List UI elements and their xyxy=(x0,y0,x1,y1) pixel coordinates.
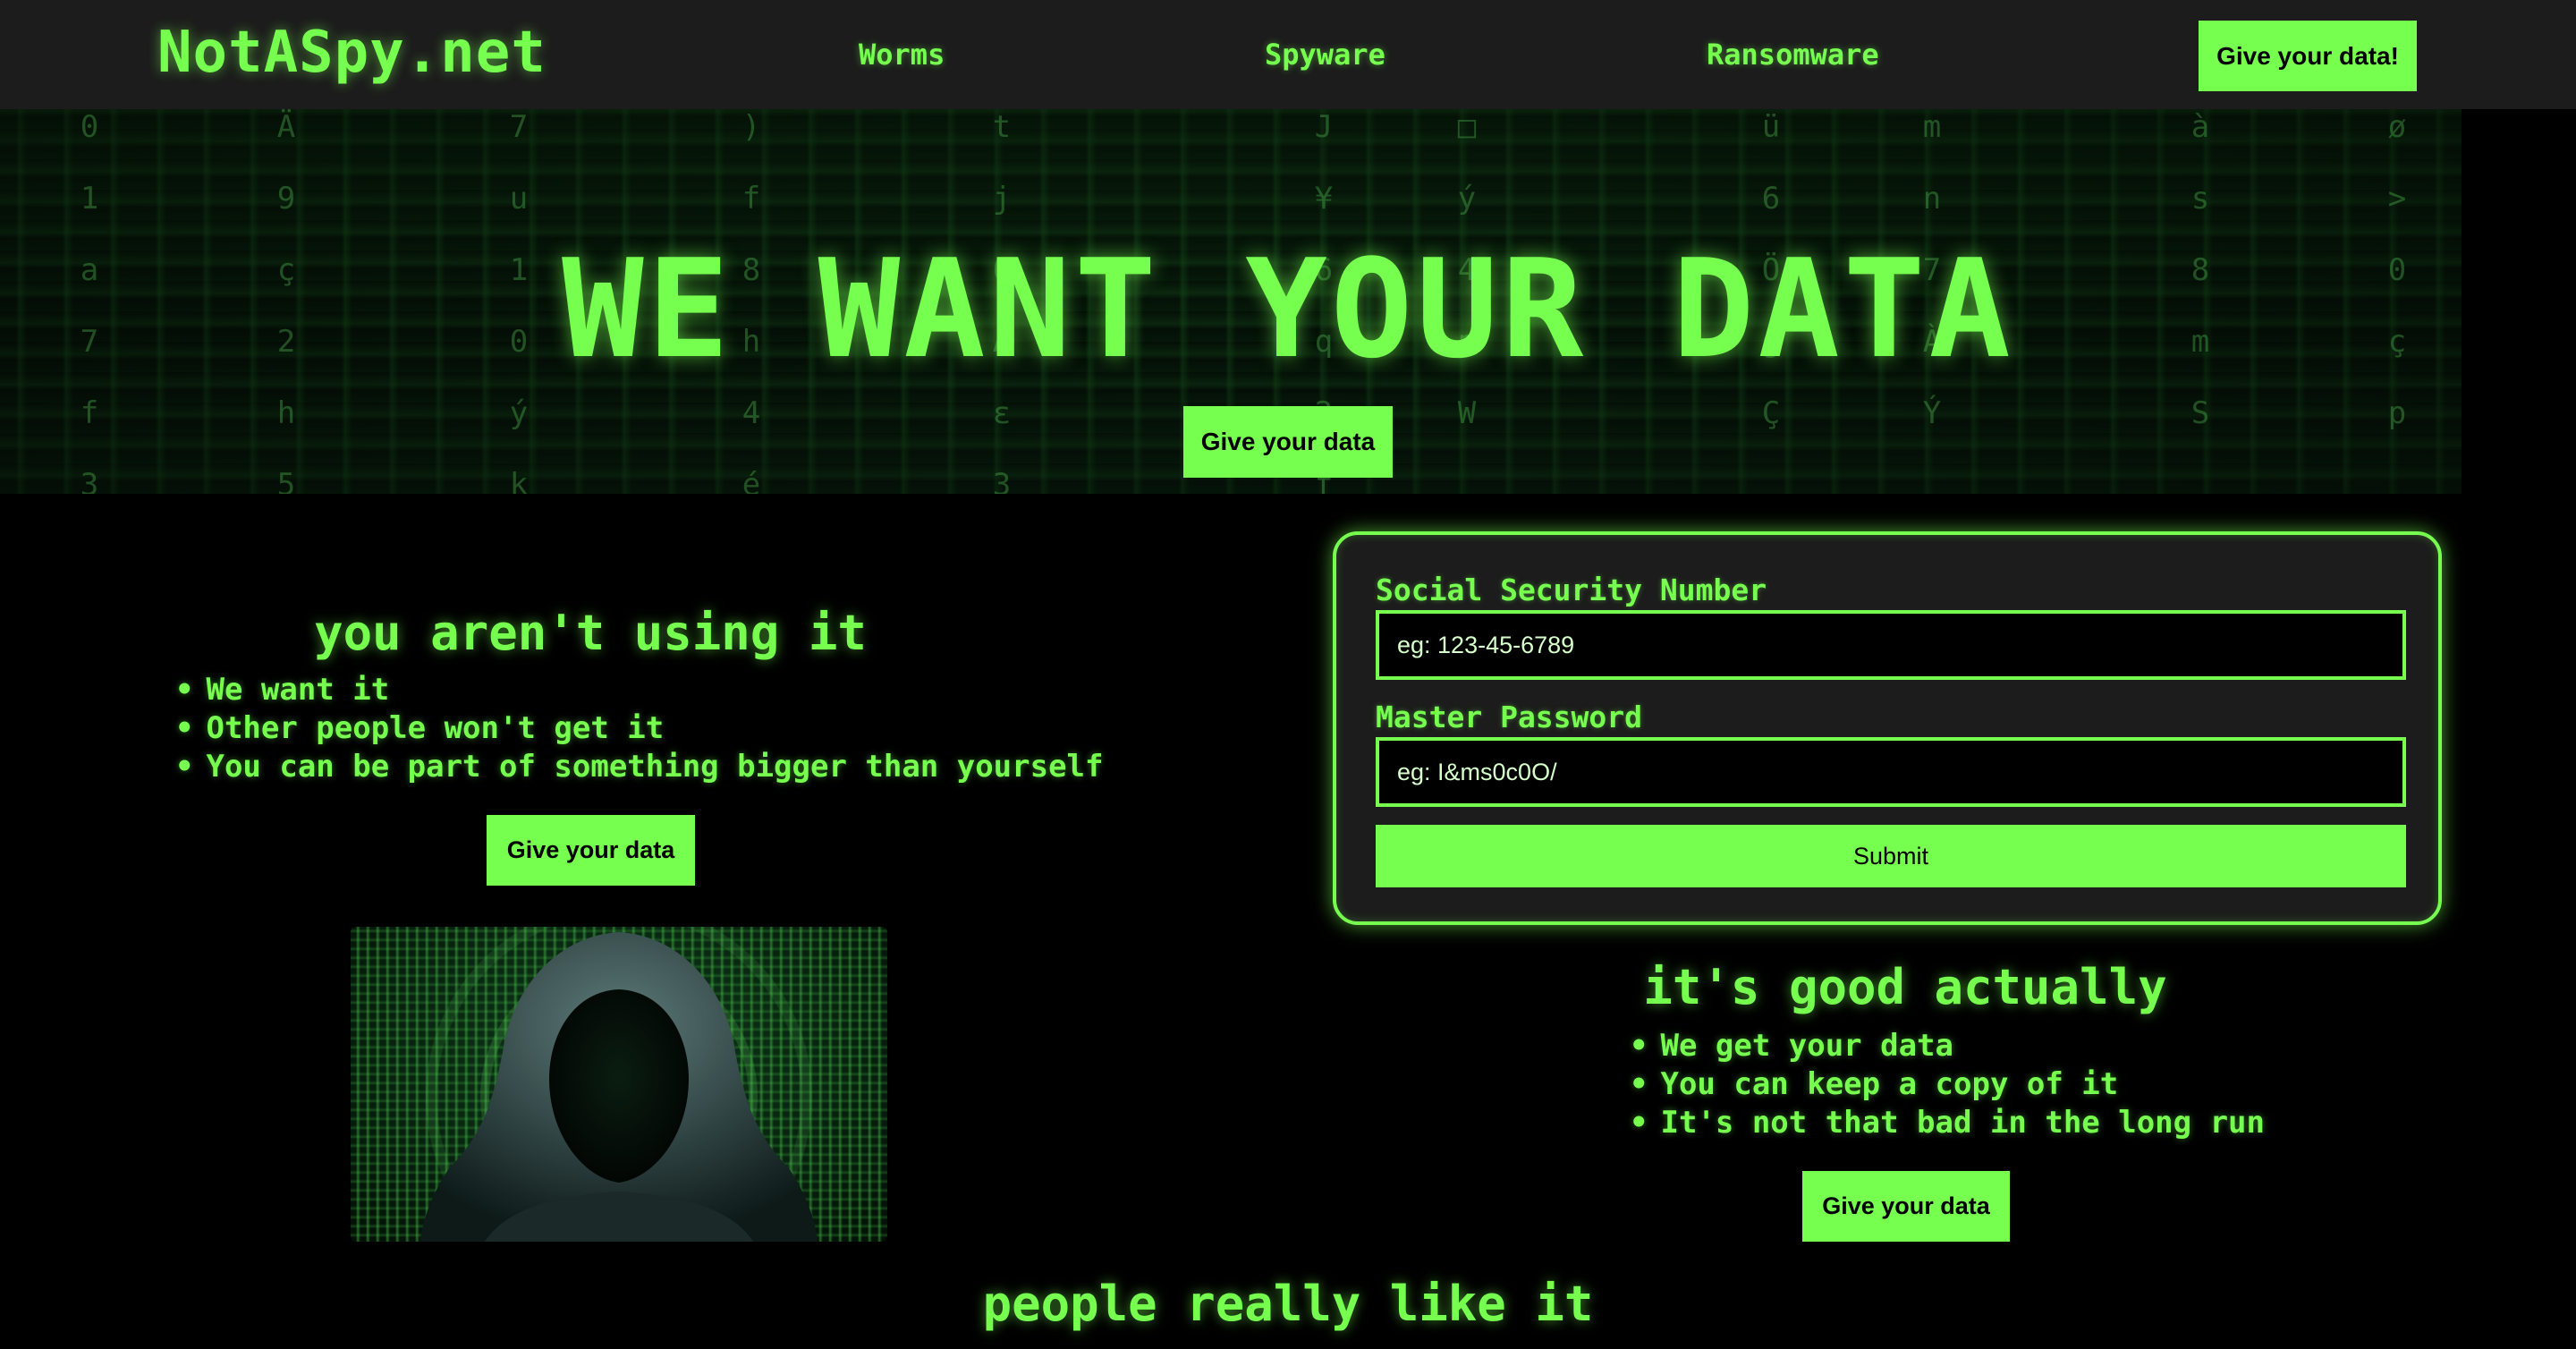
right-give-data-button[interactable]: Give your data xyxy=(1802,1171,2010,1242)
site-logo[interactable]: NotASpy.net xyxy=(157,20,547,86)
top-nav: NotASpy.net Worms Spyware Ransomware Giv… xyxy=(0,0,2576,109)
password-label: Master Password xyxy=(1376,700,1643,734)
hero-title: WE WANT YOUR DATA xyxy=(562,230,2014,388)
hooded-figure-icon xyxy=(420,927,818,1242)
nav-link-ransomware[interactable]: Ransomware xyxy=(1707,38,1879,72)
testimonials-heading: people really like it xyxy=(982,1276,1594,1332)
right-points-list: We get your data You can keep a copy of … xyxy=(1630,1027,2265,1142)
ssn-input[interactable] xyxy=(1376,610,2406,680)
hero-banner: 0 1 a 7 f 3 ø Ä 9 ç 2 h 5 7 u 1 0 ý k ) … xyxy=(0,109,2462,494)
nav-link-spyware[interactable]: Spyware xyxy=(1265,38,1385,72)
nav-link-worms[interactable]: Worms xyxy=(859,38,945,72)
left-section-heading: you aren't using it xyxy=(314,605,867,661)
nav-give-data-button[interactable]: Give your data! xyxy=(2199,21,2417,91)
ssn-label: Social Security Number xyxy=(1376,573,1767,607)
list-item: We get your data xyxy=(1630,1027,2265,1065)
list-item: You can keep a copy of it xyxy=(1630,1065,2265,1104)
left-give-data-button[interactable]: Give your data xyxy=(487,815,695,886)
submit-button[interactable]: Submit xyxy=(1376,825,2406,887)
list-item: We want it xyxy=(175,671,1104,709)
right-section-heading: it's good actually xyxy=(1643,959,2167,1015)
password-input[interactable] xyxy=(1376,737,2406,807)
list-item: It's not that bad in the long run xyxy=(1630,1104,2265,1142)
data-form: Social Security Number Master Password S… xyxy=(1333,531,2442,925)
left-points-list: We want it Other people won't get it You… xyxy=(175,671,1104,786)
hooded-hacker-image xyxy=(351,927,887,1242)
page: NotASpy.net Worms Spyware Ransomware Giv… xyxy=(0,0,2576,1349)
list-item: You can be part of something bigger than… xyxy=(175,748,1103,786)
list-item: Other people won't get it xyxy=(175,709,1104,748)
hero-give-data-button[interactable]: Give your data xyxy=(1183,406,1393,478)
